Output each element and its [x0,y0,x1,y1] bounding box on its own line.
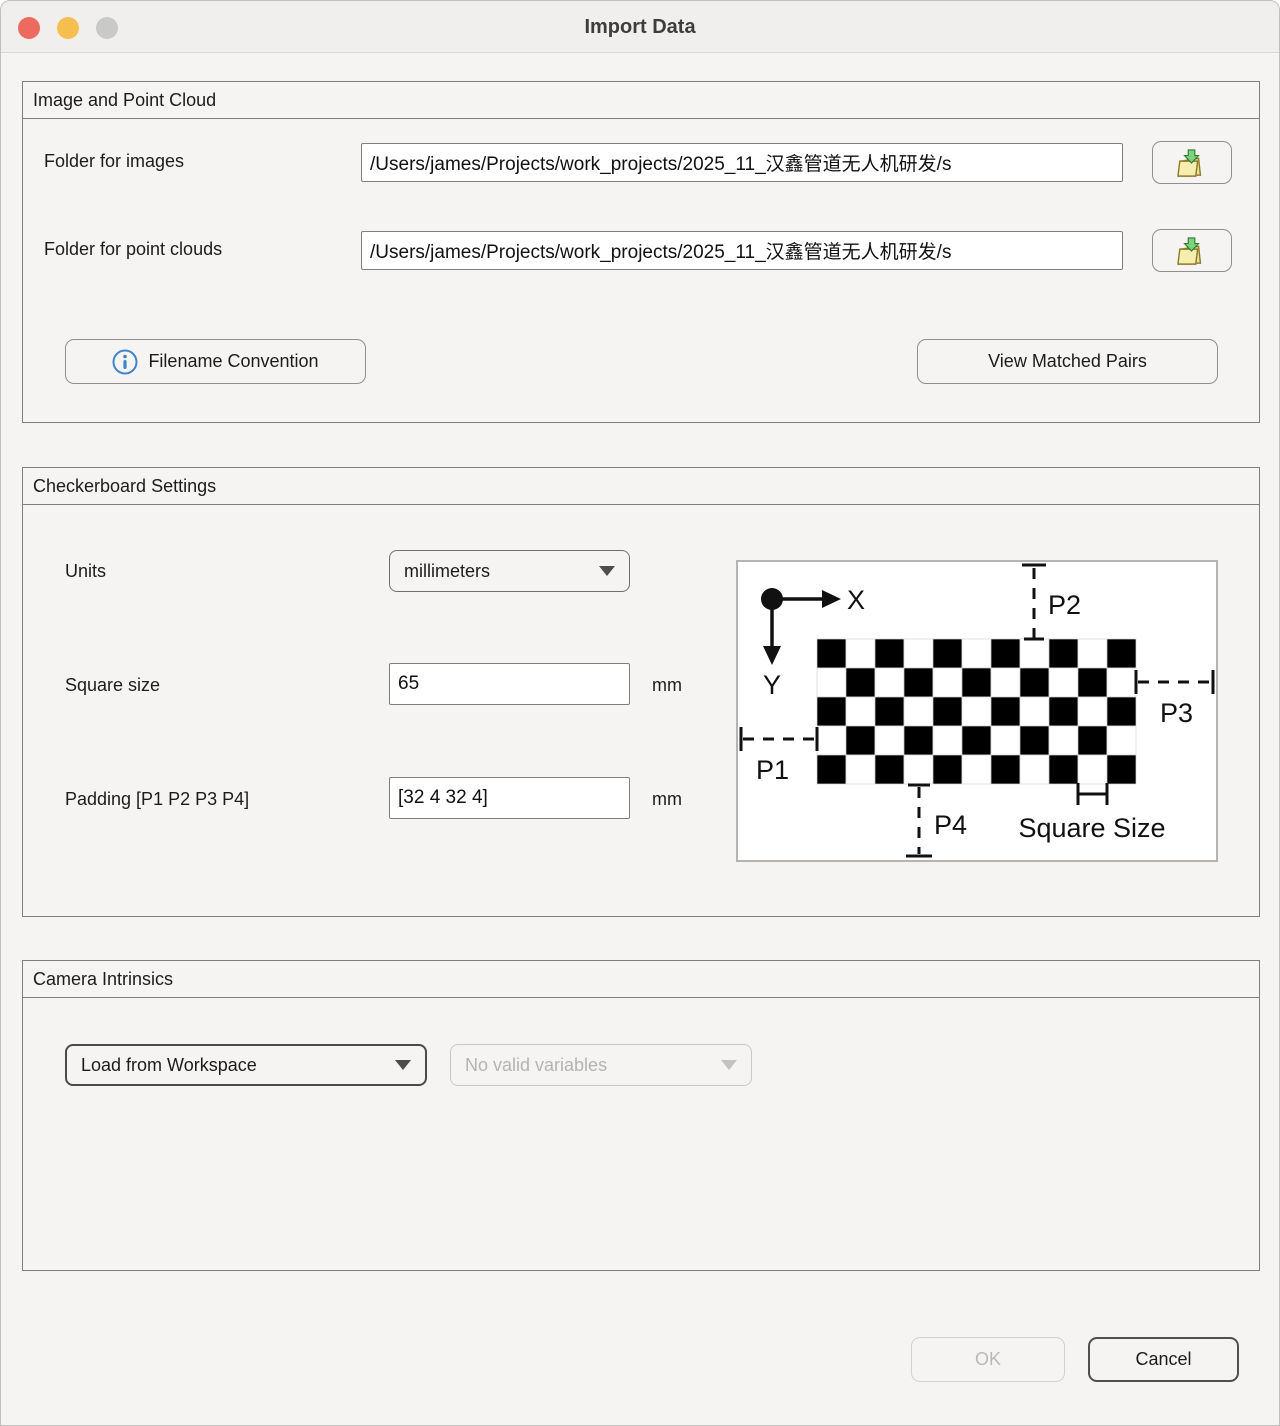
folder-images-input[interactable] [361,143,1123,182]
p2-label: P2 [1048,590,1081,620]
filename-convention-label: Filename Convention [148,351,318,372]
cancel-button[interactable]: Cancel [1088,1337,1239,1382]
units-label: Units [65,561,106,582]
folder-pointclouds-label: Folder for point clouds [44,239,222,260]
intrinsics-source-dropdown[interactable]: Load from Workspace [65,1044,427,1086]
image-point-cloud-header: Image and Point Cloud [23,82,1259,119]
units-dropdown[interactable]: millimeters [389,550,630,592]
checkerboard-diagram-svg: X Y P2 P3 P1 [738,562,1216,860]
x-axis-arrow-icon [822,590,841,608]
x-axis-label: X [847,585,865,615]
ok-button-label: OK [975,1349,1001,1370]
title-bar: Import Data [1,1,1279,53]
camera-intrinsics-panel: Camera Intrinsics Load from Workspace No… [22,960,1260,1271]
intrinsics-variable-value: No valid variables [465,1055,607,1076]
units-value: millimeters [404,561,490,582]
p1-label: P1 [756,755,789,785]
folder-import-icon [1175,236,1209,266]
square-size-label: Square size [65,675,160,696]
caret-down-icon [721,1060,737,1070]
browse-images-button[interactable] [1152,141,1232,184]
checkerboard-diagram: X Y P2 P3 P1 [736,560,1218,862]
camera-intrinsics-header: Camera Intrinsics [23,961,1259,998]
checkerboard-pattern [817,639,1136,784]
filename-convention-button[interactable]: Filename Convention [65,339,366,384]
y-axis-label: Y [763,670,781,700]
checkerboard-settings-panel: Checkerboard Settings Units millimeters … [22,467,1260,917]
view-matched-pairs-button[interactable]: View Matched Pairs [917,339,1218,384]
square-size-unit: mm [652,675,682,696]
view-matched-pairs-label: View Matched Pairs [988,351,1147,372]
p3-label: P3 [1160,698,1193,728]
cancel-button-label: Cancel [1135,1349,1191,1370]
y-axis-arrow-icon [763,646,781,665]
caret-down-icon [395,1060,411,1070]
window-title: Import Data [1,1,1279,53]
browse-pointclouds-button[interactable] [1152,229,1232,272]
caret-down-icon [599,566,615,576]
intrinsics-variable-dropdown: No valid variables [450,1044,752,1086]
p4-label: P4 [934,810,967,840]
folder-pointclouds-input[interactable] [361,231,1123,270]
intrinsics-source-value: Load from Workspace [81,1055,257,1076]
folder-import-icon [1175,148,1209,178]
ok-button: OK [911,1337,1065,1382]
square-size-diagram-label: Square Size [1018,813,1165,843]
square-size-input[interactable] [389,663,630,705]
import-data-dialog: Import Data Image and Point Cloud Folder… [0,0,1280,1426]
padding-input[interactable] [389,777,630,819]
image-point-cloud-panel: Image and Point Cloud Folder for images … [22,81,1260,423]
info-icon [112,349,138,375]
checkerboard-settings-header: Checkerboard Settings [23,468,1259,505]
padding-unit: mm [652,789,682,810]
padding-label: Padding [P1 P2 P3 P4] [65,789,249,810]
folder-images-label: Folder for images [44,151,184,172]
